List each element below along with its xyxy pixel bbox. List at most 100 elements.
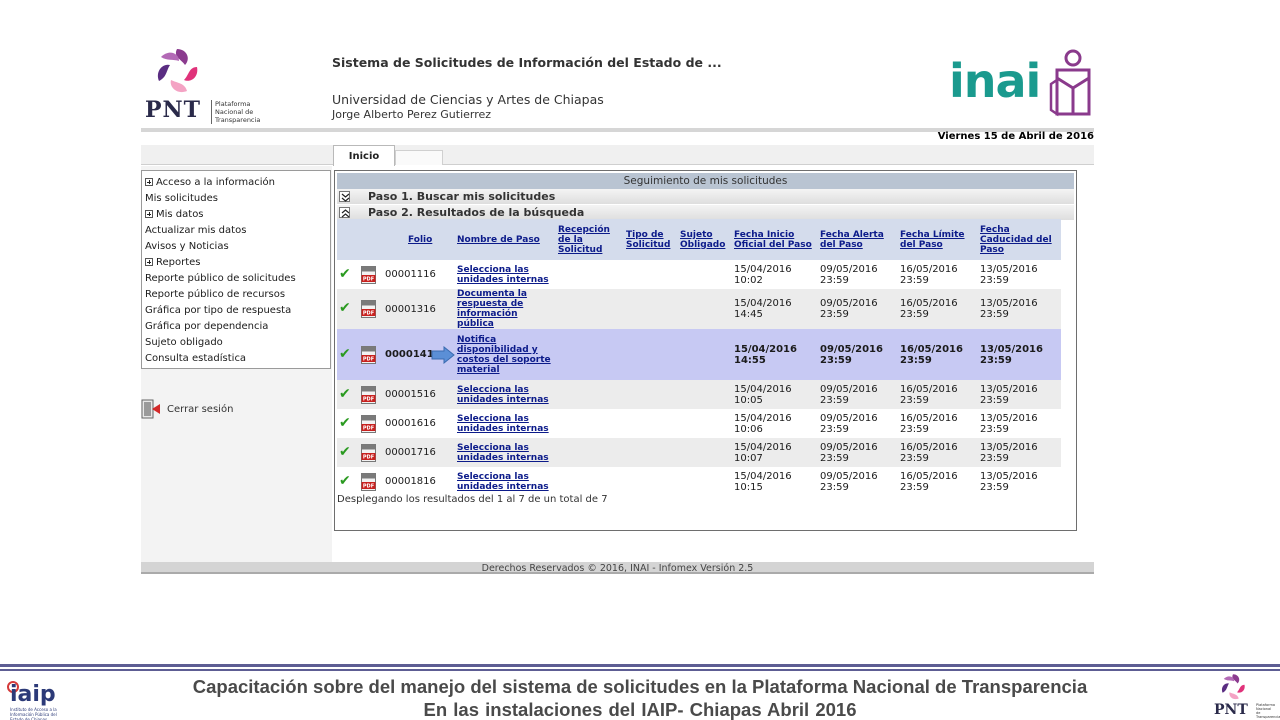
- logout-icon: [141, 399, 160, 419]
- table-row[interactable]: ✔ PDF 00001316 Documenta la respuesta de in…: [337, 289, 1061, 329]
- sidebar-menu: Acceso a la información Mis solicitudes …: [141, 170, 331, 369]
- header-sujeto[interactable]: Sujeto Obligado: [678, 219, 732, 260]
- svg-text:PDF: PDF: [363, 276, 374, 282]
- sidebar-item-label: Gráfica por dependencia: [145, 320, 269, 332]
- check-icon: ✔: [339, 385, 351, 402]
- fecha-limite-cell: 16/05/2016 23:59: [898, 289, 978, 329]
- header-fecha-limite[interactable]: Fecha Límite del Paso: [898, 219, 978, 260]
- results-count: Desplegando los resultados del 1 al 7 de…: [337, 494, 608, 505]
- sidebar-item-grafica-dependencia[interactable]: Gráfica por dependencia: [142, 318, 330, 334]
- iaip-logo: iaip Instituto de Acceso a la Informació…: [6, 680, 62, 720]
- svg-text:PDF: PDF: [363, 311, 374, 317]
- step-link[interactable]: Selecciona las unidades internas: [455, 438, 556, 467]
- sidebar-item-reporte-recursos[interactable]: Reporte público de recursos: [142, 286, 330, 302]
- fecha-limite-cell: 16/05/2016 23:59: [898, 438, 978, 467]
- svg-text:PDF: PDF: [363, 454, 374, 460]
- user-name: Jorge Alberto Perez Gutierrez: [332, 108, 492, 121]
- step-link[interactable]: Selecciona las unidades internas: [455, 260, 556, 289]
- sidebar-item-mis-datos[interactable]: Mis datos: [142, 206, 330, 222]
- folio-value: 00001616: [385, 418, 436, 429]
- step-link[interactable]: Documenta la respuesta de información pú…: [455, 289, 556, 329]
- folio-cell: 00001716: [383, 438, 455, 467]
- table-row[interactable]: ✔ PDF 0000141 Notifica disponibilidad y cos…: [337, 329, 1061, 380]
- tab-blank: [395, 150, 443, 165]
- folio-cell: 00001616: [383, 409, 455, 438]
- header-folio[interactable]: Folio: [383, 219, 455, 260]
- table-row[interactable]: ✔ PDF 00001616 Selecciona las unidades inte…: [337, 409, 1061, 438]
- sidebar-item-grafica-respuesta[interactable]: Gráfica por tipo de respuesta: [142, 302, 330, 318]
- step-link[interactable]: Notifica disponibilidad y costos del sop…: [455, 329, 556, 380]
- tab-inicio[interactable]: Inicio: [333, 145, 395, 166]
- sidebar-item-consulta-estadistica[interactable]: Consulta estadística: [142, 350, 330, 366]
- folio-value: 00001716: [385, 447, 436, 458]
- expand-icon: [145, 210, 153, 218]
- pnt-logo-mark-icon: [157, 49, 198, 93]
- step-link[interactable]: Selecciona las unidades internas: [455, 380, 556, 409]
- sidebar-item-label: Avisos y Noticias: [145, 240, 229, 252]
- step2-label: Paso 2. Resultados de la búsqueda: [368, 206, 585, 219]
- header-tipo[interactable]: Tipo de Solicitud: [624, 219, 678, 260]
- pdf-cell: PDF: [359, 260, 383, 289]
- svg-text:PDF: PDF: [363, 396, 374, 402]
- header-fecha-inicio[interactable]: Fecha Inicio Oficial del Paso: [732, 219, 818, 260]
- folio-wrap: 00001316: [385, 304, 436, 315]
- fecha-alerta-cell: 09/05/2016 23:59: [818, 467, 898, 496]
- inai-logo-text: inai: [949, 54, 1041, 108]
- table-row[interactable]: ✔ PDF 00001116 Selecciona las unidades inte…: [337, 260, 1061, 289]
- fecha-limite-cell: 16/05/2016 23:59: [898, 380, 978, 409]
- header-fecha-alerta[interactable]: Fecha Alerta del Paso: [818, 219, 898, 260]
- table-row[interactable]: ✔ PDF 00001816 Selecciona las unidades inte…: [337, 467, 1061, 496]
- pdf-icon[interactable]: PDF: [361, 414, 376, 433]
- sujeto-cell: [678, 380, 732, 409]
- fecha-limite-cell: 16/05/2016 23:59: [898, 467, 978, 496]
- recepcion-cell: [556, 467, 624, 496]
- sidebar-item-label: Gráfica por tipo de respuesta: [145, 304, 292, 316]
- step-link[interactable]: Selecciona las unidades internas: [455, 467, 556, 496]
- folio-value: 00001316: [385, 303, 436, 315]
- tipo-cell: [624, 329, 678, 380]
- pdf-icon[interactable]: PDF: [361, 472, 376, 491]
- sujeto-cell: [678, 467, 732, 496]
- step2-header[interactable]: Paso 2. Resultados de la búsqueda: [337, 205, 1074, 220]
- status-cell: ✔: [337, 467, 359, 496]
- pdf-icon[interactable]: PDF: [361, 385, 376, 404]
- sidebar-item-reportes[interactable]: Reportes: [142, 254, 330, 270]
- arrow-right-icon: [431, 346, 455, 364]
- table-row[interactable]: ✔ PDF 00001716 Selecciona las unidades inte…: [337, 438, 1061, 467]
- pdf-icon[interactable]: PDF: [361, 443, 376, 462]
- sidebar-item-mis-solicitudes[interactable]: Mis solicitudes: [142, 190, 330, 206]
- status-cell: ✔: [337, 260, 359, 289]
- step1-header[interactable]: Paso 1. Buscar mis solicitudes: [337, 189, 1074, 204]
- sujeto-cell: [678, 409, 732, 438]
- header-recepcion[interactable]: Recepción de la Solicitud: [556, 219, 624, 260]
- check-icon: ✔: [339, 265, 351, 282]
- pdf-icon[interactable]: PDF: [361, 300, 376, 318]
- sidebar-item-sujeto-obligado[interactable]: Sujeto obligado: [142, 334, 330, 350]
- pdf-icon[interactable]: PDF: [361, 345, 376, 364]
- sidebar-item-reporte-solicitudes[interactable]: Reporte público de solicitudes: [142, 270, 330, 286]
- sujeto-cell: [678, 260, 732, 289]
- folio-value: 00001116: [385, 269, 436, 280]
- pnt-logo-subtitle: Plataforma Nacional de Transparencia: [211, 100, 260, 124]
- slide-caption-line2: En las instalaciones del IAIP- Chiapas A…: [423, 699, 857, 720]
- pdf-cell: PDF: [359, 438, 383, 467]
- tipo-cell: [624, 380, 678, 409]
- sidebar-item-avisos-noticias[interactable]: Avisos y Noticias: [142, 238, 330, 254]
- header-fecha-caducidad[interactable]: Fecha Caducidad del Paso: [978, 219, 1061, 260]
- fecha-inicio-cell: 15/04/2016 10:15: [732, 467, 818, 496]
- fecha-caducidad-cell: 13/05/2016 23:59: [978, 289, 1061, 329]
- table-row[interactable]: ✔ PDF 00001516 Selecciona las unidades inte…: [337, 380, 1061, 409]
- sidebar-item-acceso-informacion[interactable]: Acceso a la información: [142, 174, 330, 190]
- requests-panel: Seguimiento de mis solicitudes Paso 1. B…: [334, 170, 1077, 531]
- slide-canvas: PNT Plataforma Nacional de Transparencia…: [0, 0, 1280, 720]
- pdf-icon[interactable]: PDF: [361, 265, 376, 284]
- step-link[interactable]: Selecciona las unidades internas: [455, 409, 556, 438]
- fecha-inicio-cell: 15/04/2016 10:06: [732, 409, 818, 438]
- fecha-limite-cell: 16/05/2016 23:59: [898, 329, 978, 380]
- recepcion-cell: [556, 438, 624, 467]
- sidebar-item-actualizar-datos[interactable]: Actualizar mis datos: [142, 222, 330, 238]
- chevron-down-icon: [339, 191, 350, 202]
- check-icon: ✔: [339, 300, 351, 316]
- logout-button[interactable]: Cerrar sesión: [141, 399, 233, 419]
- header-nombre-paso[interactable]: Nombre de Paso: [455, 219, 556, 260]
